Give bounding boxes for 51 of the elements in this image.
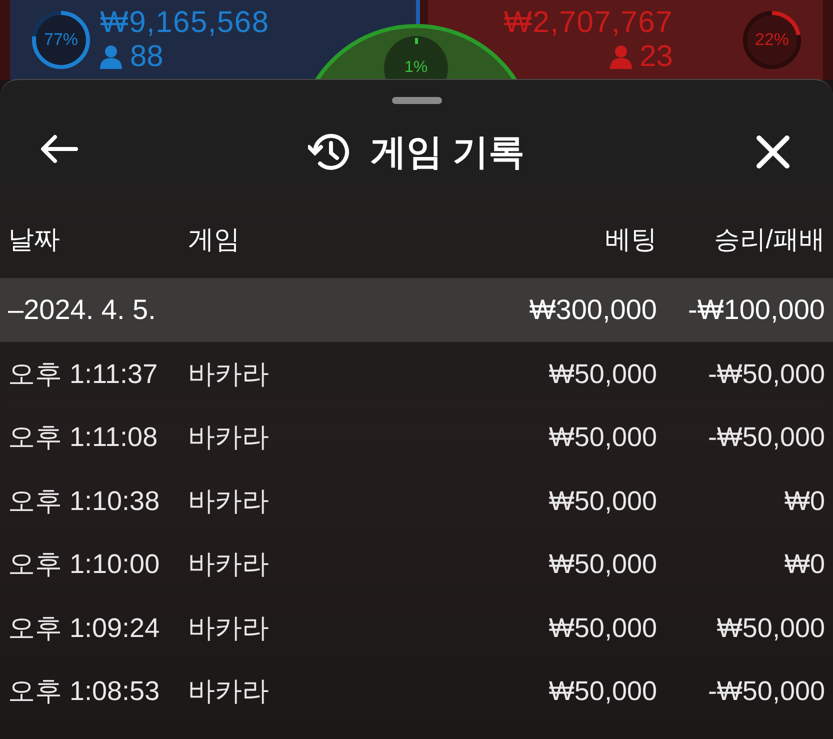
time-cell-text: 오후 1:10:00: [8, 548, 161, 581]
time-cell-text: 오후 1:09:24: [8, 612, 161, 644]
bet-cell-text: ₩50,000: [548, 421, 657, 454]
date-group-row[interactable]: –2024. 4. 5. ₩300,000 -₩100,000: [0, 278, 833, 342]
time-cell-text: 오후 1:11:37: [8, 358, 159, 390]
result-cell-text: -₩50,000: [706, 421, 825, 454]
player-ring: [30, 9, 92, 71]
time-cell-text: 오후 1:11:08: [8, 421, 159, 454]
game-cell-text: 바카라: [188, 675, 270, 708]
person-icon: [100, 45, 122, 69]
game-cell-text: 바카라: [188, 612, 270, 644]
column-header: 베팅: [604, 222, 657, 256]
result-cell-text: -₩50,000: [706, 358, 825, 390]
sheet-title: 게임 기록: [370, 130, 524, 174]
back-button[interactable]: [40, 134, 78, 164]
game-cell-text: 바카라: [188, 548, 270, 581]
tie-percent: 1%: [404, 60, 428, 76]
history-icon: [308, 132, 350, 172]
group-result: -₩100,000: [687, 293, 825, 327]
column-header: 날짜: [8, 222, 61, 256]
player-amount: ₩9,165,568: [100, 8, 270, 38]
time-cell-text: 오후 1:10:38: [8, 484, 161, 518]
grab-handle[interactable]: [392, 97, 442, 104]
time-cell-text: 오후 1:08:53: [8, 675, 161, 708]
column-header: 승리/패배: [712, 222, 825, 256]
banker-count: 23: [640, 42, 673, 72]
result-cell-text: ₩0: [784, 548, 825, 581]
result-cell-text: -₩50,000: [706, 675, 825, 708]
tick-icon: [414, 38, 418, 44]
banker-ring: [741, 9, 803, 71]
result-cell-text: ₩0: [784, 484, 825, 518]
bet-cell-text: ₩50,000: [548, 484, 657, 518]
game-cell-text: 바카라: [188, 358, 270, 390]
column-header: 게임: [188, 222, 241, 256]
close-icon: [755, 134, 791, 170]
back-arrow-icon: [40, 134, 78, 164]
game-cell-text: 바카라: [188, 484, 270, 518]
banker-amount: ₩2,707,767: [504, 8, 673, 38]
close-button[interactable]: [755, 134, 791, 170]
game-cell-text: 바카라: [188, 421, 270, 454]
bet-cell-text: ₩50,000: [548, 548, 657, 581]
bet-cell-text: ₩50,000: [548, 612, 657, 644]
bet-cell-text: ₩50,000: [548, 675, 657, 708]
group-bet: ₩300,000: [528, 293, 657, 327]
bet-cell-text: ₩50,000: [548, 358, 657, 390]
player-percent: 77%: [44, 29, 78, 52]
group-date: –2024. 4. 5.: [8, 293, 157, 327]
person-icon: [610, 45, 632, 69]
banker-percent: 22%: [754, 29, 790, 52]
result-cell-text: ₩50,000: [716, 612, 825, 644]
player-count: 88: [130, 42, 164, 72]
